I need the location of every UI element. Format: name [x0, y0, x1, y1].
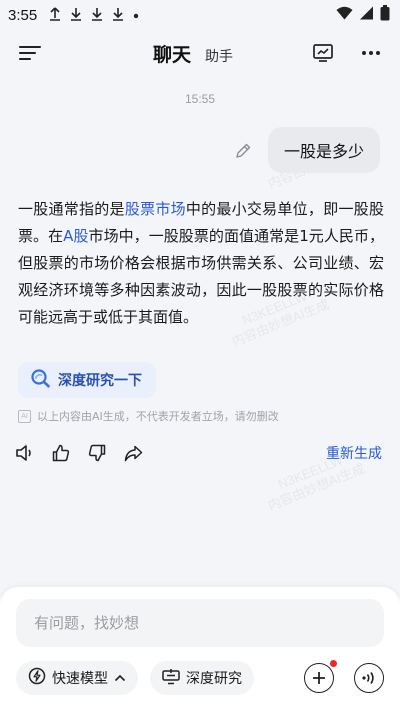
header: 聊天 助手: [0, 30, 400, 76]
answer-text: 一股通常指的是: [18, 200, 125, 218]
upload-icon: [49, 6, 61, 24]
more-icon[interactable]: [358, 40, 384, 66]
download-icon: [112, 7, 124, 24]
ai-badge-icon: AI: [18, 409, 31, 423]
answer-link-a-share[interactable]: A股: [63, 227, 88, 245]
chevron-up-icon: [114, 670, 126, 686]
user-message-row: 一股是多少: [234, 127, 380, 173]
deep-research-chip-label: 深度研究一下: [58, 373, 142, 389]
toolbar-right: [304, 660, 384, 693]
message-input[interactable]: [16, 599, 384, 647]
deep-research-label: 深度研究: [186, 671, 242, 687]
page-subtitle[interactable]: 助手: [205, 46, 233, 66]
answer-link-stock-market[interactable]: 股票市场: [125, 200, 186, 218]
edit-icon[interactable]: [234, 140, 254, 160]
share-icon[interactable]: [122, 442, 144, 464]
fast-model-label: 快速模型: [52, 671, 108, 687]
menu-icon[interactable]: [16, 39, 44, 67]
thumbs-up-icon[interactable]: [50, 442, 72, 464]
speaker-icon[interactable]: [14, 442, 36, 464]
deep-research-toggle[interactable]: 深度研究: [150, 661, 254, 695]
status-notification-icons: [49, 6, 139, 24]
status-bar: 3:55: [0, 0, 400, 30]
add-button[interactable]: [304, 660, 337, 693]
chart-icon[interactable]: [310, 40, 336, 66]
status-right: [336, 5, 390, 25]
thumbs-down-icon[interactable]: [86, 442, 108, 464]
assistant-answer: 一股通常指的是股票市场中的最小交易单位，即一股股票。在A股市场中，一股股票的面值…: [18, 196, 384, 331]
composer-toolbar: 快速模型 深度研究: [16, 660, 384, 695]
voice-icon[interactable]: [354, 663, 384, 693]
message-timestamp: 15:55: [184, 92, 216, 106]
page-title[interactable]: 聊天: [153, 40, 191, 67]
wifi-icon: [336, 6, 353, 24]
magnifier-icon: [30, 368, 52, 392]
regenerate-button[interactable]: 重新生成: [326, 443, 382, 463]
action-icons: [14, 442, 144, 464]
header-actions: [310, 40, 384, 66]
message-actions: 重新生成: [14, 440, 382, 466]
deep-research-icon: [162, 668, 180, 689]
lightning-icon: [28, 667, 46, 689]
composer-panel: 快速模型 深度研究: [0, 587, 400, 711]
notification-dot: [330, 660, 337, 667]
download-icon: [70, 7, 82, 24]
signal-icon: [359, 6, 374, 24]
fast-model-selector[interactable]: 快速模型: [16, 661, 138, 695]
dot-icon: [133, 9, 139, 22]
ai-disclaimer: AI 以上内容由AI生成，不代表开发者立场，请勿删改: [18, 408, 279, 424]
download-icon: [91, 7, 103, 24]
disclaimer-text: 以上内容由AI生成，不代表开发者立场，请勿删改: [37, 410, 279, 423]
title-group: 聊天 助手: [76, 40, 310, 67]
battery-icon: [380, 5, 390, 25]
watermark-line2: 内容由妙想AI生成: [265, 460, 368, 514]
status-time: 3:55: [8, 6, 38, 24]
user-message-bubble[interactable]: 一股是多少: [267, 127, 380, 173]
deep-research-chip[interactable]: 深度研究一下: [18, 362, 156, 398]
